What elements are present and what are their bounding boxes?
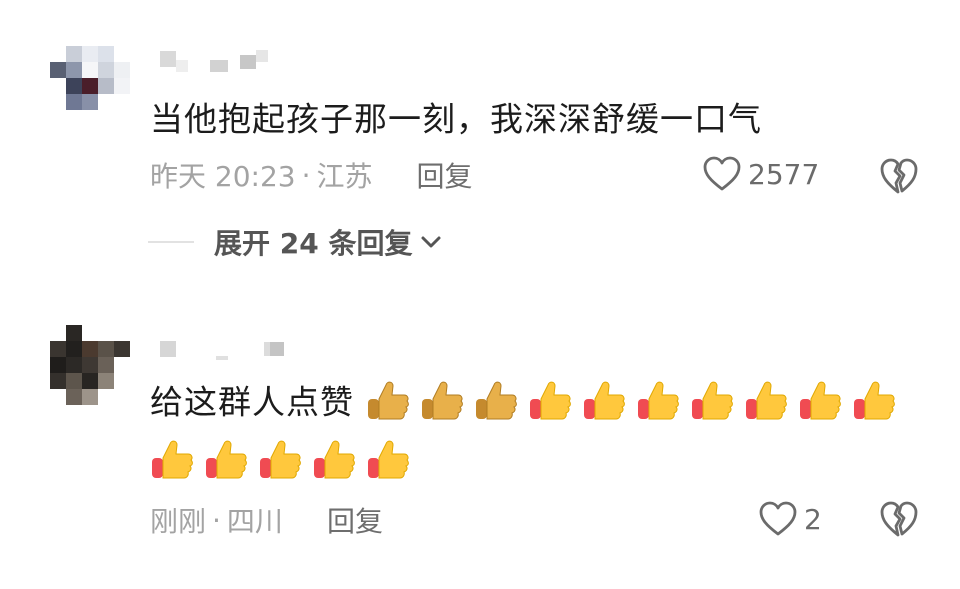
reply-button[interactable]: 回复 — [417, 155, 473, 195]
thumbs-up-emoji — [314, 440, 355, 479]
thumbs-up-emoji — [206, 440, 247, 479]
thumbs-up-emoji — [584, 381, 625, 420]
thumbs-up-emoji — [368, 440, 409, 479]
meta-separator: · — [301, 158, 311, 192]
thumbs-up-emoji — [368, 381, 409, 420]
username-redacted[interactable] — [160, 48, 268, 72]
reply-button[interactable]: 回复 — [327, 500, 383, 540]
comment-location: 江苏 — [316, 160, 373, 193]
comment-text: 给这群人点赞 — [150, 376, 354, 428]
username-redacted[interactable] — [160, 338, 284, 360]
thumbs-up-emoji — [692, 381, 733, 420]
heart-outline-icon — [703, 156, 741, 191]
like-count: 2577 — [748, 157, 820, 191]
like-button[interactable]: 2 — [758, 500, 822, 538]
emoji-row — [150, 436, 412, 482]
thumbs-up-emoji — [530, 381, 571, 420]
comment-body: 给这群人点赞 — [150, 382, 354, 422]
expand-replies-button[interactable]: 展开 24 条回复 — [148, 222, 442, 262]
thumbs-up-emoji — [260, 440, 301, 479]
avatar[interactable] — [50, 325, 130, 405]
thumbs-up-emoji — [152, 440, 193, 479]
comment-time: 昨天 20:23 — [150, 160, 296, 193]
comment-body: 当他抱起孩子那一刻，我深深舒缓一口气 — [150, 99, 762, 139]
comment-meta: 刚刚 · 四川 回复 — [150, 500, 383, 540]
thumbs-up-emoji — [854, 381, 895, 420]
emoji-row — [366, 377, 898, 423]
thumbs-up-emoji — [746, 381, 787, 420]
thumbs-up-emoji — [800, 381, 841, 420]
chevron-down-icon — [421, 236, 441, 248]
comment-text: 当他抱起孩子那一刻，我深深舒缓一口气 — [150, 93, 762, 145]
avatar[interactable] — [50, 46, 130, 126]
thumbs-up-emoji — [476, 381, 517, 420]
divider — [148, 241, 194, 243]
like-button[interactable]: 2577 — [702, 155, 819, 193]
broken-heart-icon[interactable] — [879, 156, 919, 196]
comment-meta: 昨天 20:23 · 江苏 回复 — [150, 155, 473, 195]
comment-location: 四川 — [226, 505, 283, 538]
broken-heart-icon[interactable] — [879, 499, 919, 539]
thumbs-up-emoji — [638, 381, 679, 420]
comment-time: 刚刚 — [150, 505, 207, 538]
expand-replies-label: 展开 24 条回复 — [214, 227, 413, 260]
thumbs-up-emoji — [422, 381, 463, 420]
like-count: 2 — [804, 502, 822, 536]
meta-separator: · — [212, 503, 221, 537]
heart-outline-icon — [759, 501, 797, 536]
